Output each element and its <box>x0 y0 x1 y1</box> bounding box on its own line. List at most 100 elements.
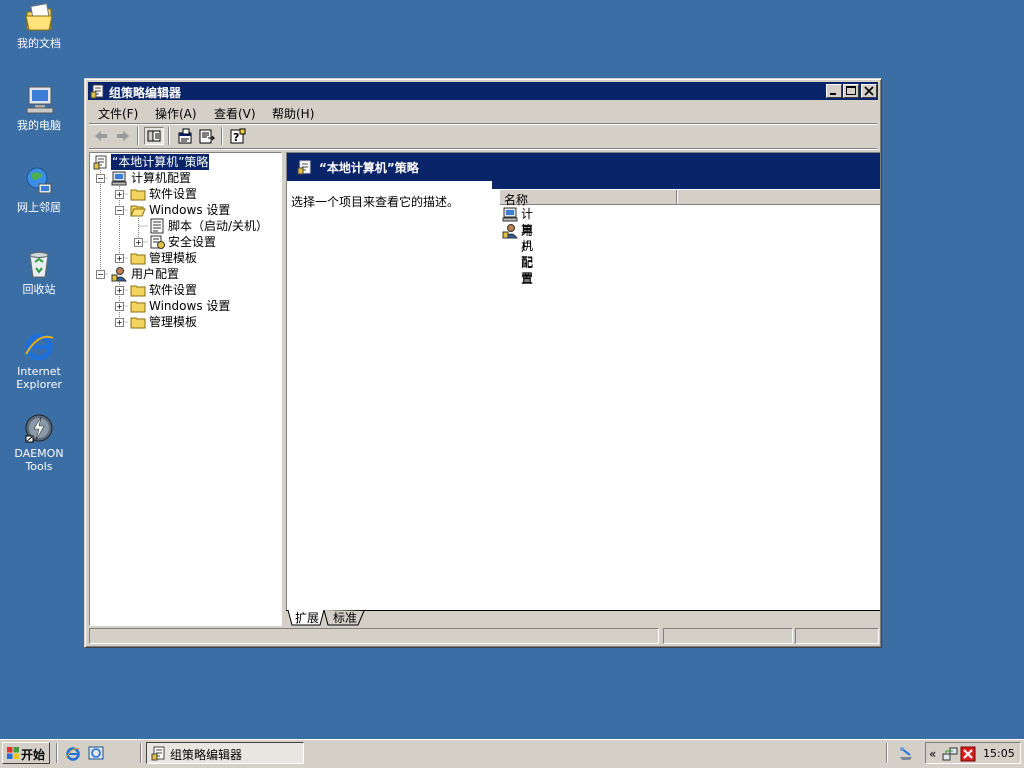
console-tree: “本地计算机”策略 − 计算机配置 + 软件设置 − Windows 设置 脚本… <box>89 152 282 626</box>
column-divider[interactable] <box>676 190 678 204</box>
status-pane-main <box>89 628 659 644</box>
expand-icon[interactable]: + <box>115 190 124 199</box>
quicklaunch-grip[interactable] <box>56 743 58 763</box>
tree-node-label: 管理模板 <box>149 251 198 265</box>
status-bar <box>89 627 879 645</box>
expand-icon[interactable]: + <box>115 286 124 295</box>
desktop-icon-network-places[interactable]: 网上邻居 <box>1 166 77 214</box>
network-tray-icon[interactable] <box>942 746 958 762</box>
antivirus-tray-icon[interactable] <box>960 746 976 762</box>
minimize-icon <box>827 89 841 100</box>
folder-icon <box>130 186 146 202</box>
policy-scroll-icon <box>151 745 167 761</box>
title-bar[interactable]: 组策略编辑器 <box>88 82 878 100</box>
back-arrow-icon <box>91 131 111 148</box>
toolbar: ? <box>89 125 877 147</box>
desktop-icon-my-computer[interactable]: 我的电脑 <box>1 84 77 132</box>
tray-grip <box>886 743 888 763</box>
start-button[interactable]: 开始 <box>2 742 50 764</box>
windows-logo-icon <box>6 746 20 760</box>
collapse-icon[interactable]: − <box>96 174 105 183</box>
export-list-icon <box>197 129 217 148</box>
taskbar: 开始 组策略编辑器 « 15:05 <box>0 739 1024 768</box>
desktop-icon-internet-explorer[interactable]: Internet Explorer <box>1 330 77 391</box>
taskbar-button-label: 组策略编辑器 <box>170 748 243 762</box>
toolbar-separator <box>221 127 223 145</box>
menu-help[interactable]: 帮助(H) <box>272 105 314 122</box>
menu-view[interactable]: 查看(V) <box>214 105 256 122</box>
tree-node-label: 管理模板 <box>149 315 198 329</box>
export-list-button[interactable] <box>197 127 217 145</box>
desktop-icon-label: 我的文档 <box>17 37 61 50</box>
forward-arrow-icon <box>113 131 133 148</box>
minimize-button[interactable] <box>826 84 842 98</box>
my-documents-icon <box>23 2 55 34</box>
desktop-icon-label: Explorer <box>16 378 62 391</box>
tab-extended[interactable]: 扩展 <box>295 610 319 626</box>
toolbar-separator <box>168 127 170 145</box>
internet-explorer-icon <box>23 330 55 362</box>
desktop-icon-label: 回收站 <box>22 283 56 296</box>
help-icon: ? <box>228 128 248 148</box>
svg-text:?: ? <box>233 131 239 144</box>
tree-node-label: Windows 设置 <box>149 203 231 217</box>
properties-button[interactable] <box>175 127 195 145</box>
back-button[interactable] <box>91 127 111 145</box>
maximize-icon <box>844 86 858 100</box>
folder-open-icon <box>130 202 146 218</box>
taskbar-button-group-policy[interactable]: 组策略编辑器 <box>146 742 304 764</box>
computer-config-icon <box>502 206 518 222</box>
daemon-tools-icon <box>23 412 55 444</box>
tab-outline <box>286 610 880 626</box>
desktop-icon-daemon-tools[interactable]: DAEMON Tools <box>1 412 77 473</box>
maximize-button[interactable] <box>843 84 859 98</box>
show-desktop-quicklaunch-icon[interactable] <box>88 745 104 761</box>
list-item-label: 用户配置 <box>521 224 534 286</box>
close-icon <box>862 86 876 100</box>
collapse-icon[interactable]: − <box>115 206 124 215</box>
collapse-icon[interactable]: − <box>96 270 105 279</box>
tree-node-label: Windows 设置 <box>149 299 231 313</box>
expand-icon[interactable]: + <box>115 318 124 327</box>
show-hide-tree-button[interactable] <box>144 127 164 145</box>
connection-icon[interactable] <box>898 745 914 761</box>
menu-action[interactable]: 操作(A) <box>155 105 197 122</box>
view-tabs: 扩展 标准 <box>286 610 880 627</box>
security-settings-icon <box>149 234 165 250</box>
policy-scroll-icon <box>297 159 313 175</box>
my-computer-icon <box>23 84 55 116</box>
user-config-icon <box>111 266 128 282</box>
script-icon <box>149 218 165 234</box>
tree-node-label: 安全设置 <box>168 235 217 249</box>
taskbar-grip[interactable] <box>140 743 142 763</box>
properties-icon <box>175 128 195 148</box>
expand-icon[interactable]: + <box>115 302 124 311</box>
desktop-icon-recycle-bin[interactable]: 回收站 <box>1 248 77 296</box>
ie-quicklaunch-icon[interactable] <box>65 745 81 761</box>
menu-file[interactable]: 文件(F) <box>98 105 138 122</box>
forward-button[interactable] <box>113 127 133 145</box>
tree-node-label: 软件设置 <box>149 187 198 201</box>
system-tray: « 15:05 <box>925 742 1021 764</box>
folder-icon <box>130 298 146 314</box>
header-tab-strip <box>492 181 880 189</box>
close-button[interactable] <box>861 84 877 98</box>
details-header: “本地计算机”策略 <box>287 153 880 181</box>
tree-node-label: 脚本（启动/关机） <box>168 219 269 233</box>
desktop-icon-my-documents[interactable]: 我的文档 <box>1 2 77 50</box>
clock[interactable]: 15:05 <box>983 747 1015 760</box>
policy-scroll-icon <box>93 154 109 170</box>
status-pane-3 <box>795 628 879 644</box>
help-button[interactable]: ? <box>228 127 248 145</box>
folder-icon <box>130 250 146 266</box>
window-title: 组策略编辑器 <box>109 86 182 100</box>
folder-icon <box>130 314 146 330</box>
tab-standard[interactable]: 标准 <box>333 610 357 626</box>
tree-root-label: “本地计算机”策略 <box>109 153 211 171</box>
user-config-icon <box>502 223 519 239</box>
details-pane: “本地计算机”策略 选择一个项目来查看它的描述。 名称 计算机配置 用户配置 <box>286 152 880 610</box>
expand-icon[interactable]: + <box>134 238 143 247</box>
expand-icon[interactable]: + <box>115 254 124 263</box>
desktop-icon-label: 我的电脑 <box>17 119 61 132</box>
network-places-icon <box>23 166 55 198</box>
